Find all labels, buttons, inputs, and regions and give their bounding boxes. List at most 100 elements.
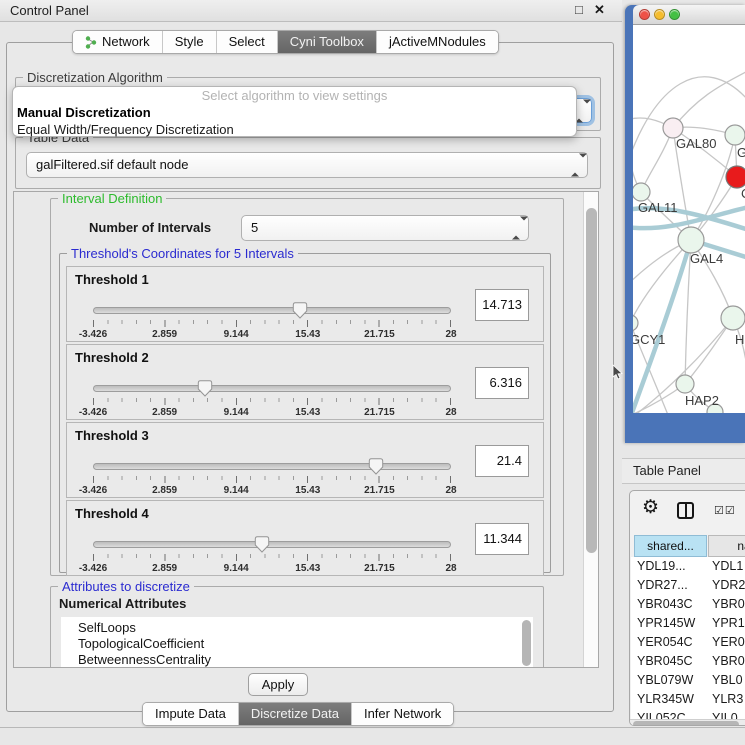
zoom-window-icon[interactable]	[669, 9, 680, 20]
tab-cyni-toolbox[interactable]: Cyni Toolbox	[277, 31, 376, 53]
slider-track[interactable]	[93, 463, 451, 470]
panel-title: Control Panel	[10, 3, 89, 18]
network-canvas[interactable]: GAL80 GA C GAL11 GAL4 GCY1 H HAP2	[633, 25, 745, 413]
node-gcy1[interactable]	[633, 315, 638, 331]
threshold-slider-handle[interactable]	[293, 302, 308, 319]
threshold-slider[interactable]: -3.426 2.859 9.144 15.43 21.715 28	[93, 307, 451, 314]
close-window-icon[interactable]	[639, 9, 650, 20]
scrollbar-thumb[interactable]	[586, 208, 597, 553]
cell: YBL0	[712, 671, 743, 690]
cell: YBR043C	[637, 595, 693, 614]
interval-definition-group: Interval Definition Number of Intervals …	[50, 198, 564, 576]
node-gal80[interactable]	[663, 118, 683, 138]
threshold-slider-handle[interactable]	[369, 458, 384, 475]
threshold-slider-handle[interactable]	[198, 380, 213, 397]
list-item[interactable]: SelfLoops	[61, 617, 533, 636]
list-scrollbar-thumb[interactable]	[522, 620, 531, 666]
bottom-tab-bar: Impute Data Discretize Data Infer Networ…	[142, 702, 454, 726]
tick-label: 28	[445, 485, 456, 496]
tick-label: 9.144	[224, 485, 249, 496]
discretization-algorithm-group-title: Discretization Algorithm	[23, 70, 167, 85]
network-view-window[interactable]: GAL80 GA C GAL11 GAL4 GCY1 H HAP2	[625, 5, 745, 443]
tick-label: 15.43	[295, 563, 320, 574]
threshold-value-field[interactable]: 6.316	[475, 367, 529, 399]
threshold-value-field[interactable]: 21.4	[475, 445, 529, 477]
cell: YDR27...	[637, 576, 688, 595]
thresholds-group: Threshold's Coordinates for 5 Intervals …	[59, 253, 551, 573]
slider-ticks-major	[93, 554, 452, 561]
threshold-label: Threshold 2	[75, 350, 149, 365]
node-h[interactable]	[721, 306, 745, 330]
threshold-value-field[interactable]: 11.344	[475, 523, 529, 555]
tab-jactivemnodules[interactable]: jActiveMNodules	[376, 31, 498, 53]
column-layout-icon[interactable]	[677, 502, 694, 519]
node-label-hap2: HAP2	[685, 393, 719, 408]
table-row[interactable]: YPR145WYPR1	[631, 614, 745, 633]
tab-infer-network[interactable]: Infer Network	[351, 703, 453, 725]
close-panel-icon[interactable]: ✕	[594, 2, 605, 18]
slider-track[interactable]	[93, 541, 451, 548]
tab-label: Select	[229, 31, 265, 53]
list-item[interactable]: BetweennessCentrality	[61, 652, 533, 668]
node-label-ga: GA	[737, 145, 745, 160]
table-row[interactable]: YER054CYER0	[631, 633, 745, 652]
column-header-name[interactable]: na	[708, 535, 745, 557]
gear-icon[interactable]: ⚙	[642, 498, 659, 518]
table-data-combobox[interactable]: galFiltered.sif default node	[26, 152, 588, 178]
tick-label: 2.859	[152, 329, 177, 340]
minimize-window-icon[interactable]	[654, 9, 665, 20]
select-columns-icon[interactable]: ☑☑	[714, 504, 736, 517]
num-intervals-label: Number of Intervals	[89, 220, 211, 235]
threshold-label: Threshold 4	[75, 506, 149, 521]
popup-option-equal-width-frequency[interactable]: Equal Width/Frequency Discretization	[13, 121, 576, 138]
slider-tick-labels: -3.426 2.859 9.144 15.43 21.715 28	[93, 407, 451, 419]
cell: YLR345W	[637, 690, 694, 709]
network-window-titlebar[interactable]	[633, 5, 745, 25]
top-tab-bar: Network Style Select Cyni Toolbox jActiv…	[72, 30, 499, 54]
popup-placeholder-option[interactable]: Select algorithm to view settings	[13, 87, 576, 104]
threshold-slider[interactable]: -3.426 2.859 9.144 15.43 21.715 28	[93, 385, 451, 392]
table-row[interactable]: YLR345WYLR3	[631, 690, 745, 709]
combo-arrows-icon	[571, 158, 579, 173]
num-intervals-combobox[interactable]: 5	[241, 215, 529, 241]
node-gal11[interactable]	[633, 183, 650, 201]
column-header-shared-name[interactable]: shared...	[634, 535, 707, 557]
threshold-3-panel: Threshold 3 -3.426 2.859	[66, 422, 544, 498]
table-row[interactable]: YDL19...YDL1	[631, 557, 745, 576]
tick-label: -3.426	[79, 485, 107, 496]
table-row[interactable]: YBR043CYBR0	[631, 595, 745, 614]
tab-label: jActiveMNodules	[389, 31, 486, 53]
tab-impute-data[interactable]: Impute Data	[143, 703, 238, 725]
table-row[interactable]: YBL079WYBL0	[631, 671, 745, 690]
node-partial-ga[interactable]	[725, 125, 745, 145]
tab-discretize-data[interactable]: Discretize Data	[238, 703, 351, 725]
tab-label: Infer Network	[364, 703, 441, 725]
scrollbar-thumb[interactable]	[633, 721, 739, 726]
table-panel-title: Table Panel	[633, 463, 701, 478]
tab-network[interactable]: Network	[73, 31, 162, 53]
node-red-selected[interactable]	[726, 166, 745, 188]
apply-button[interactable]: Apply	[248, 673, 308, 696]
table-row[interactable]: YDR27... YDR2	[631, 576, 745, 595]
slider-track[interactable]	[93, 385, 451, 392]
tab-style[interactable]: Style	[162, 31, 216, 53]
threshold-slider[interactable]: -3.426 2.859 9.144 15.43 21.715 28	[93, 541, 451, 548]
table-horizontal-scrollbar[interactable]	[630, 719, 745, 726]
tick-label: -3.426	[79, 329, 107, 340]
cell: YDR2	[712, 576, 745, 595]
threshold-slider-handle[interactable]	[255, 536, 270, 553]
popup-option-manual-discretization[interactable]: Manual Discretization	[13, 104, 576, 121]
node-hap2[interactable]	[676, 375, 694, 393]
threshold-value-field[interactable]: 14.713	[475, 289, 529, 321]
node-label-gal4: GAL4	[690, 251, 723, 266]
node-gal4[interactable]	[678, 227, 704, 253]
algorithm-dropdown-popup: Select algorithm to view settings Manual…	[12, 86, 577, 137]
table-row[interactable]: YBR045CYBR0	[631, 652, 745, 671]
tab-select[interactable]: Select	[216, 31, 277, 53]
tick-label: 9.144	[224, 329, 249, 340]
main-vertical-scrollbar[interactable]	[583, 192, 598, 667]
list-item[interactable]: TopologicalCoefficient	[61, 636, 533, 652]
slider-track[interactable]	[93, 307, 451, 314]
float-window-icon[interactable]: □	[575, 2, 583, 17]
threshold-slider[interactable]: -3.426 2.859 9.144 15.43 21.715 28	[93, 463, 451, 470]
